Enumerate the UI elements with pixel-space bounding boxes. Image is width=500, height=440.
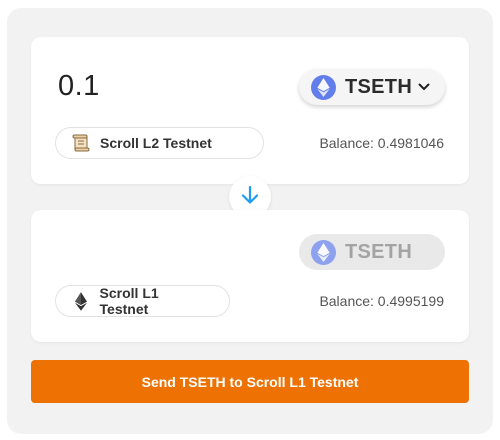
to-card: TSETH Scroll L1 Testnet Balance: 0.49951… — [31, 210, 469, 342]
from-network-selector[interactable]: Scroll L2 Testnet — [55, 127, 264, 159]
to-network-label: Scroll L1 Testnet — [99, 285, 159, 317]
amount-input[interactable]: 0.1 — [58, 70, 100, 103]
to-token-name: TSETH — [345, 240, 413, 263]
token-name: TSETH — [345, 75, 413, 98]
to-balance: Balance: 0.4995199 — [319, 293, 444, 309]
send-button[interactable]: Send TSETH to Scroll L1 Testnet — [31, 360, 469, 403]
from-balance: Balance: 0.4981046 — [319, 135, 444, 151]
from-network-label: Scroll L2 Testnet — [100, 135, 212, 151]
to-network-selector[interactable]: Scroll L1 Testnet — [55, 285, 230, 317]
to-token-display: TSETH — [299, 234, 445, 270]
ethereum-icon — [311, 239, 336, 265]
chevron-down-icon — [418, 81, 430, 93]
ethereum-icon — [70, 290, 92, 312]
from-card: 0.1 TSETH Scroll L2 Testnet Balance: 0.4… — [31, 37, 469, 184]
scroll-icon — [70, 132, 92, 154]
arrow-down-icon — [240, 185, 260, 210]
ethereum-icon — [311, 74, 336, 100]
token-selector[interactable]: TSETH — [299, 69, 445, 105]
